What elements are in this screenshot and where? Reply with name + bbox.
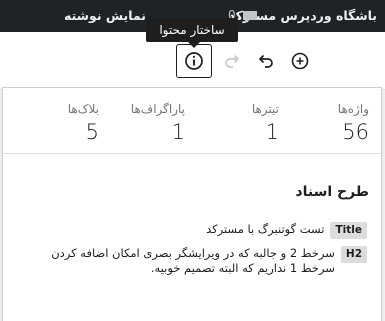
stat-paragraphs-label: پاراگراف‌ها: [130, 102, 185, 116]
stat-headings-label: تیترها: [251, 102, 279, 116]
outline-item-text: سرخط 2 و جالبه که در ویرایشگر بصری امکان…: [51, 246, 335, 275]
undo-icon: [258, 54, 273, 68]
undo-button[interactable]: [248, 44, 282, 78]
document-stats: واژه‌ها 56 تیترها 1 پاراگراف‌ها 1 بلاک‌ه…: [3, 88, 381, 154]
stat-words-label: واژه‌ها: [337, 102, 369, 116]
stat-blocks-label: بلاک‌ها: [67, 102, 99, 116]
comment-icon[interactable]: [242, 9, 258, 23]
stat-blocks: بلاک‌ها 5: [19, 102, 99, 143]
outline-level-badge: H2: [340, 246, 367, 263]
document-outline-title: طرح اسناد: [295, 184, 369, 200]
tooltip-text: ساختار محتوا: [159, 23, 225, 37]
stat-paragraphs: پاراگراف‌ها 1: [105, 102, 185, 143]
add-block-button[interactable]: [283, 44, 317, 78]
info-icon: [185, 52, 203, 70]
stat-words: واژه‌ها 56: [289, 102, 369, 143]
redo-icon: [225, 54, 240, 68]
outline-item-title[interactable]: Title تست گوتنبرگ با مسترکد: [7, 222, 367, 239]
view-post-link[interactable]: نمایش نوشته: [64, 8, 146, 23]
content-structure-button[interactable]: [176, 44, 212, 78]
stat-paragraphs-value: 1: [171, 120, 185, 144]
stat-words-value: 56: [342, 120, 369, 144]
outline-level-badge: Title: [330, 222, 367, 239]
outline-item-h2[interactable]: H2 سرخط 2 و جالبه که در ویرایشگر بصری ام…: [7, 246, 367, 276]
stat-blocks-value: 5: [85, 120, 99, 144]
stat-headings-value: 1: [265, 120, 279, 144]
stat-headings: تیترها 1: [199, 102, 279, 143]
content-structure-popover: واژه‌ها 56 تیترها 1 پاراگراف‌ها 1 بلاک‌ه…: [2, 87, 382, 321]
redo-button[interactable]: [216, 44, 250, 78]
plus-circle-icon: [291, 52, 309, 70]
tooltip: ساختار محتوا: [146, 18, 238, 48]
outline-item-text: تست گوتنبرگ با مسترکد: [206, 222, 325, 236]
